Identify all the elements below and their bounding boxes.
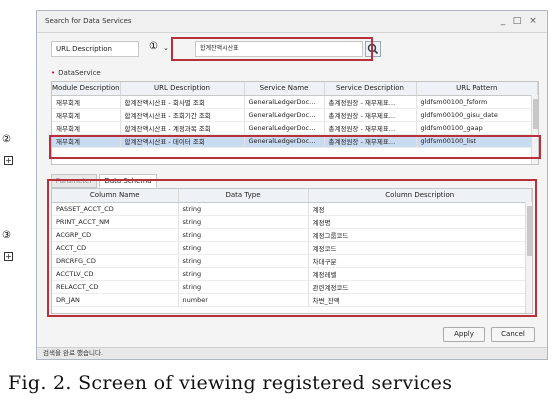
cancel-button[interactable]: Cancel	[491, 327, 535, 342]
search-dialog: Search for Data Services _ □ × URL Descr…	[36, 10, 548, 360]
column-header[interactable]: URL Description	[120, 82, 245, 96]
figure-caption: Fig. 2. Screen of viewing registered ser…	[8, 372, 453, 394]
close-icon[interactable]: ×	[527, 15, 539, 27]
column-header[interactable]: Service Name	[244, 82, 325, 96]
table-cell: 재무회계	[52, 121, 121, 135]
column-header[interactable]: URL Pattern	[416, 82, 538, 96]
table-cell: GeneralLedgerDoc…	[244, 108, 325, 122]
table-cell: 재무회계	[52, 108, 121, 122]
table-header: Module Description URL Description Servi…	[52, 82, 538, 96]
search-highlight	[171, 37, 373, 61]
window-title: Search for Data Services	[45, 17, 132, 25]
table-cell: gldfsm00100_fsform	[416, 95, 538, 109]
table-cell: 합계잔액시산표 - 조회기간 조회	[120, 108, 245, 122]
expand-icon: +	[4, 156, 13, 165]
table-row[interactable]: 재무회계 합계잔액시산표 - 회사별 조회 GeneralLedgerDoc… …	[52, 95, 538, 109]
table-cell: GeneralLedgerDoc…	[244, 121, 325, 135]
column-header[interactable]: Module Description	[52, 82, 121, 96]
column-header[interactable]: Service Description	[324, 82, 417, 96]
search-type-select[interactable]: URL Description	[51, 41, 139, 57]
table-cell: gldfsm00100_gaap	[416, 121, 538, 135]
table-cell: 합계잔액시산표 - 계정과목 조회	[120, 121, 245, 135]
expand-icon: +	[4, 252, 13, 261]
status-bar: 검색을 완료 했습니다.	[37, 347, 547, 359]
table-row[interactable]: 재무회계 합계잔액시산표 - 조회기간 조회 GeneralLedgerDoc……	[52, 108, 538, 122]
scroll-thumb[interactable]	[533, 99, 538, 129]
table-cell: gldfsm00100_gisu_date	[416, 108, 538, 122]
table-cell: 총계정원장 - 재무제표…	[324, 121, 417, 135]
schema-highlight	[47, 179, 537, 317]
maximize-icon[interactable]: □	[511, 15, 523, 27]
dataservice-label: DataService	[58, 69, 101, 77]
table-cell: 총계정원장 - 재무제표…	[324, 95, 417, 109]
minimize-icon[interactable]: _	[497, 15, 509, 27]
table-cell: 합계잔액시산표 - 회사별 조회	[120, 95, 245, 109]
apply-button[interactable]: Apply	[443, 327, 485, 342]
search-type-value: URL Description	[56, 45, 112, 53]
selected-row-highlight	[49, 135, 541, 159]
marker-1: ①	[149, 41, 158, 52]
title-bar: Search for Data Services _ □ ×	[37, 11, 547, 33]
marker-3: ③	[2, 230, 11, 241]
table-cell: GeneralLedgerDoc…	[244, 95, 325, 109]
table-cell: 재무회계	[52, 95, 121, 109]
section-label: • DataService	[51, 69, 101, 77]
marker-2: ②	[2, 134, 11, 145]
chevron-down-icon[interactable]: ⌄	[163, 44, 169, 52]
table-cell: 총계정원장 - 재무제표…	[324, 108, 417, 122]
status-text: 검색을 완료 했습니다.	[43, 349, 104, 357]
table-row[interactable]: 재무회계 합계잔액시산표 - 계정과목 조회 GeneralLedgerDoc……	[52, 121, 538, 135]
